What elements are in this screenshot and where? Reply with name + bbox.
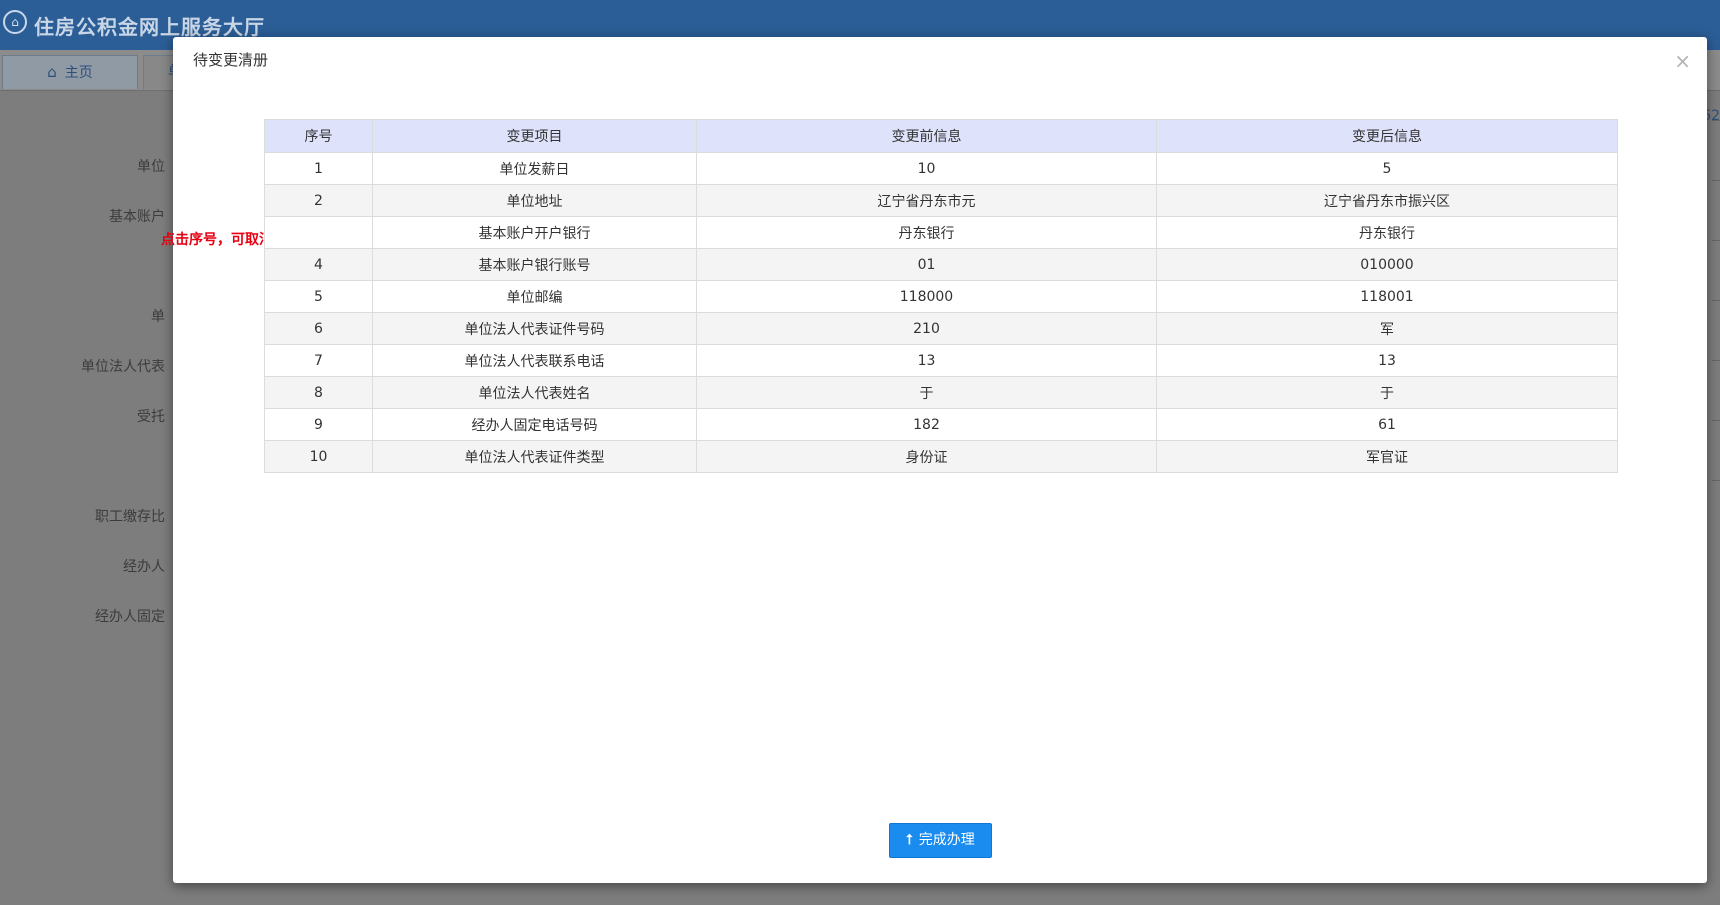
- upload-icon: ⭡: [906, 832, 913, 848]
- tab-home[interactable]: ⌂ 主页: [2, 55, 138, 89]
- row-before: 身份证: [696, 440, 1157, 473]
- row-item: 单位发薪日: [372, 152, 697, 185]
- row-seq[interactable]: 1: [264, 152, 373, 185]
- row-seq[interactable]: 9: [264, 408, 373, 441]
- row-after: 010000: [1156, 248, 1618, 281]
- pending-changes-modal: 待变更清册 × 点击序号，可取消修改 ⊗ 序号 变更项目 变更前信息 变更后信息…: [161, 37, 1707, 883]
- row-seq[interactable]: 6: [264, 312, 373, 345]
- table-row: 6 单位法人代表证件号码 210 军: [264, 312, 1618, 345]
- bg-label: 基本账户: [109, 209, 165, 225]
- row-before: 10: [696, 152, 1157, 185]
- row-seq[interactable]: 10: [264, 440, 373, 473]
- table-header-row: 序号 变更项目 变更前信息 变更后信息: [264, 119, 1618, 153]
- row-item: 单位法人代表联系电话: [372, 344, 697, 377]
- tab-home-label: 主页: [64, 65, 93, 81]
- row-after: 118001: [1156, 280, 1618, 313]
- row-before: 210: [696, 312, 1157, 345]
- table-row: 5 单位邮编 118000 118001: [264, 280, 1618, 313]
- finish-button[interactable]: ⭡ 完成办理: [889, 823, 992, 858]
- bg-label: 经办人: [123, 559, 165, 575]
- header-before: 变更前信息: [696, 119, 1157, 153]
- changes-table: 序号 变更项目 变更前信息 变更后信息 1 单位发薪日 10 5 2 单位地址 …: [264, 119, 1618, 473]
- bg-divider: [1712, 180, 1720, 181]
- bg-label: 单位: [137, 159, 165, 175]
- bg-divider: [1712, 120, 1720, 121]
- bg-divider: [1712, 300, 1720, 301]
- header-seq: 序号: [264, 119, 373, 153]
- row-item: 单位法人代表证件号码: [372, 312, 697, 345]
- row-seq[interactable]: 4: [264, 248, 373, 281]
- row-item: 单位法人代表证件类型: [372, 440, 697, 473]
- row-seq[interactable]: 7: [264, 344, 373, 377]
- bg-label: 单位法人代表: [81, 359, 165, 375]
- bg-divider: [1712, 420, 1720, 421]
- row-after: 5: [1156, 152, 1618, 185]
- bg-label: 单: [151, 309, 165, 325]
- header-after: 变更后信息: [1156, 119, 1618, 153]
- table-row: 10 单位法人代表证件类型 身份证 军官证: [264, 440, 1618, 473]
- app-title: 住房公积金网上服务大厅: [34, 15, 265, 39]
- bg-divider: [1712, 480, 1720, 481]
- row-before: 于: [696, 376, 1157, 409]
- row-item: 单位地址: [372, 184, 697, 217]
- bg-divider: [1712, 240, 1720, 241]
- row-seq[interactable]: 3: [264, 216, 373, 249]
- modal-title: 待变更清册: [193, 51, 269, 69]
- row-after: 61: [1156, 408, 1618, 441]
- row-after: 于: [1156, 376, 1618, 409]
- row-item: 基本账户开户银行: [372, 216, 697, 249]
- table-row: 2 单位地址 辽宁省丹东市元 辽宁省丹东市振兴区: [264, 184, 1618, 217]
- row-seq[interactable]: 5: [264, 280, 373, 313]
- table-row: 1 单位发薪日 10 5: [264, 152, 1618, 185]
- row-before: 丹东银行: [696, 216, 1157, 249]
- house-logo-icon: ⌂: [3, 10, 27, 34]
- row-seq[interactable]: 8: [264, 376, 373, 409]
- close-icon[interactable]: ×: [1674, 51, 1691, 71]
- table-row: 8 单位法人代表姓名 于 于: [264, 376, 1618, 409]
- table-row: 7 单位法人代表联系电话 13 13: [264, 344, 1618, 377]
- row-before: 辽宁省丹东市元: [696, 184, 1157, 217]
- row-item: 单位邮编: [372, 280, 697, 313]
- row-before: 01: [696, 248, 1157, 281]
- row-after: 辽宁省丹东市振兴区: [1156, 184, 1618, 217]
- bg-label: 受托: [137, 409, 165, 425]
- row-before: 13: [696, 344, 1157, 377]
- table-row: 4 基本账户银行账号 01 010000: [264, 248, 1618, 281]
- row-after: 丹东银行: [1156, 216, 1618, 249]
- bg-divider: [1712, 360, 1720, 361]
- table-row: 9 经办人固定电话号码 182 61: [264, 408, 1618, 441]
- row-after: 军官证: [1156, 440, 1618, 473]
- row-seq[interactable]: 2: [264, 184, 373, 217]
- row-before: 182: [696, 408, 1157, 441]
- header-item: 变更项目: [372, 119, 697, 153]
- bg-label: 经办人固定: [95, 609, 165, 625]
- row-after: 13: [1156, 344, 1618, 377]
- row-before: 118000: [696, 280, 1157, 313]
- finish-button-label: 完成办理: [918, 832, 975, 848]
- row-item: 单位法人代表姓名: [372, 376, 697, 409]
- bg-label: 职工缴存比: [95, 509, 165, 525]
- row-item: 经办人固定电话号码: [372, 408, 697, 441]
- table-row: 3 基本账户开户银行 丹东银行 丹东银行: [264, 216, 1618, 249]
- row-item: 基本账户银行账号: [372, 248, 697, 281]
- home-icon: ⌂: [47, 63, 57, 81]
- row-after: 军: [1156, 312, 1618, 345]
